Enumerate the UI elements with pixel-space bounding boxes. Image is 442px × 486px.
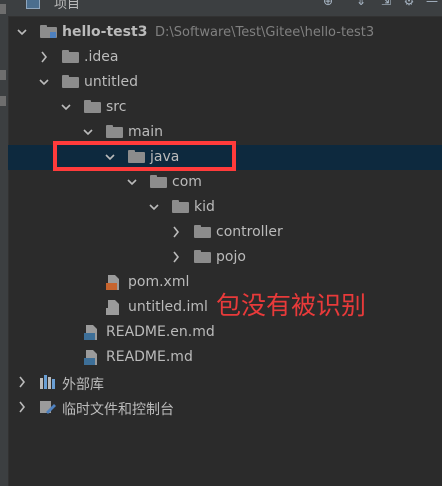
chevron-down-icon[interactable] xyxy=(16,24,28,40)
tree-node-label: main xyxy=(128,124,163,140)
tree-node-label: src xyxy=(106,99,127,115)
project-panel-header: 项目 ⊕ ⇕ ⇲ ⚙ — xyxy=(8,0,442,17)
scratch-file-icon xyxy=(40,400,57,415)
stripe-tab-bookmarks[interactable] xyxy=(0,96,6,106)
chevron-down-icon[interactable] xyxy=(60,99,72,115)
tree-node[interactable]: src xyxy=(8,95,442,120)
tree-node-label: pojo xyxy=(216,249,246,265)
red-highlight-box xyxy=(53,141,236,171)
chevron-right-icon[interactable] xyxy=(16,374,28,390)
annotation-text: 包没有被识别 xyxy=(216,291,367,320)
folder-icon xyxy=(62,75,79,90)
chevron-right-icon[interactable] xyxy=(170,249,182,265)
iml-file-icon xyxy=(106,300,123,315)
folder-icon xyxy=(106,125,123,140)
expand-all-icon[interactable]: ⇕ xyxy=(353,0,369,10)
tree-node[interactable]: README.en.md xyxy=(8,320,442,345)
tree-node-label: README.md xyxy=(106,349,193,365)
tree-node[interactable]: .idea xyxy=(8,45,442,70)
chevron-right-icon[interactable] xyxy=(16,399,28,415)
tree-node-label: 临时文件和控制台 xyxy=(62,402,174,418)
chevron-right-icon[interactable] xyxy=(38,49,50,65)
project-path: D:\Software\Test\Gitee\hello-test3 xyxy=(155,25,375,40)
tree-node[interactable]: com xyxy=(8,170,442,195)
tree-node-label: com xyxy=(172,174,202,190)
tree-node-label: .idea xyxy=(84,49,119,65)
folder-icon xyxy=(172,200,189,215)
stripe-tab-structure[interactable] xyxy=(0,70,6,80)
tree-node-label: kid xyxy=(194,199,215,215)
folder-icon xyxy=(150,175,167,190)
tree-node-label: pom.xml xyxy=(128,274,190,290)
tree-node[interactable]: 临时文件和控制台 xyxy=(8,395,442,420)
tree-node-label: 外部库 xyxy=(62,377,104,393)
chevron-down-icon[interactable] xyxy=(82,124,94,140)
collapse-all-icon[interactable]: ⇲ xyxy=(378,0,394,10)
folder-icon xyxy=(62,50,79,65)
folder-icon xyxy=(194,225,211,240)
tree-node[interactable]: kid xyxy=(8,195,442,220)
chevron-right-icon[interactable] xyxy=(170,224,182,240)
tree-node-label: controller xyxy=(216,224,283,240)
chevron-down-icon[interactable] xyxy=(38,74,50,90)
tree-node-label: hello-test3 xyxy=(62,24,148,40)
stripe-tab-project[interactable] xyxy=(0,4,6,14)
hide-panel-icon[interactable]: — xyxy=(424,0,440,10)
panel-title[interactable]: 项目 xyxy=(54,0,80,12)
project-icon xyxy=(26,0,40,9)
markdown-file-icon xyxy=(84,325,101,340)
tree-node[interactable]: controller xyxy=(8,220,442,245)
folder-icon xyxy=(194,250,211,265)
tree-node[interactable]: README.md xyxy=(8,345,442,370)
xml-file-icon xyxy=(106,275,123,290)
tree-node-label: README.en.md xyxy=(106,324,215,340)
folder-icon xyxy=(84,100,101,115)
tree-node[interactable]: hello-test3 D:\Software\Test\Gitee\hello-… xyxy=(8,20,442,45)
tree-node[interactable]: 外部库 xyxy=(8,370,442,395)
tree-node-label: untitled xyxy=(84,74,139,90)
tree-node[interactable]: untitled xyxy=(8,70,442,95)
tree-node[interactable]: pojo xyxy=(8,245,442,270)
markdown-file-icon xyxy=(84,350,101,365)
module-folder-icon xyxy=(40,25,57,40)
gear-icon[interactable]: ⚙ xyxy=(401,0,417,10)
chevron-down-icon[interactable] xyxy=(148,199,160,215)
chevron-down-icon[interactable] xyxy=(126,174,138,190)
locate-file-icon[interactable]: ⊕ xyxy=(320,0,336,10)
tree-node-label: untitled.iml xyxy=(128,299,208,315)
library-icon xyxy=(40,375,57,390)
